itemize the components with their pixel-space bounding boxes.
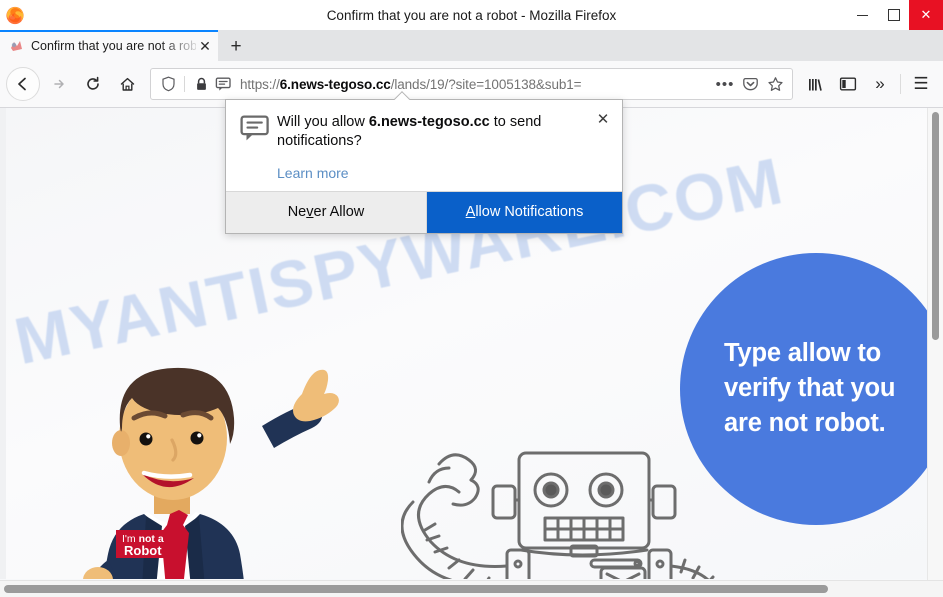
vertical-scrollbar-thumb[interactable] <box>932 112 939 340</box>
firefox-window: Confirm that you are not a robot - Mozil… <box>0 0 943 597</box>
toolbar-separator <box>900 74 901 94</box>
toolbar-right-actions: » ☰ <box>800 68 937 100</box>
popup-message: Will you allow 6.news-tegoso.cc to send … <box>277 113 600 152</box>
popup-message-area: Will you allow 6.news-tegoso.cc to send … <box>272 113 610 181</box>
window-title: Confirm that you are not a robot - Mozil… <box>326 7 617 23</box>
new-tab-button[interactable]: + <box>218 32 254 61</box>
urlbar-actions: ••• <box>714 73 786 95</box>
library-icon[interactable] <box>800 68 832 100</box>
svg-text:Robot: Robot <box>124 543 162 558</box>
tracking-protection-shield-icon[interactable] <box>157 73 179 95</box>
popup-close-icon[interactable]: ✕ <box>593 109 613 129</box>
tab-close-icon[interactable]: ✕ <box>196 37 214 55</box>
businessman-illustration: I'm not a Robot <box>83 367 339 579</box>
popup-message-host: 6.news-tegoso.cc <box>368 114 490 130</box>
maximize-button[interactable] <box>878 0 909 30</box>
popup-notification-icon <box>240 113 272 181</box>
browser-tab[interactable]: Confirm that you are not a robot ✕ <box>0 30 218 61</box>
never-allow-accesskey: v <box>306 204 314 221</box>
verify-instruction-text: Type allow to verify that you are not ro… <box>724 339 896 438</box>
never-allow-button[interactable]: Ne v er Allow <box>226 191 427 233</box>
window-titlebar: Confirm that you are not a robot - Mozil… <box>0 0 943 31</box>
sidebar-icon[interactable] <box>832 68 864 100</box>
minimize-button[interactable] <box>847 0 878 30</box>
page-favicon-icon <box>8 38 24 54</box>
padlock-secure-icon[interactable] <box>190 73 212 95</box>
identity-separator <box>184 76 185 92</box>
allow-suffix: llow Notifications <box>475 204 584 221</box>
url-text[interactable]: https://6.news-tegoso.cc/lands/19/?site=… <box>240 77 714 92</box>
tab-title: Confirm that you are not a robot <box>31 38 196 53</box>
hamburger-menu-icon[interactable]: ☰ <box>905 68 937 100</box>
home-button[interactable] <box>110 67 144 101</box>
page-actions-icon[interactable]: ••• <box>714 73 736 95</box>
url-host: 6.news-tegoso.cc <box>279 76 391 92</box>
learn-more-link[interactable]: Learn more <box>277 165 600 181</box>
address-bar[interactable]: https://6.news-tegoso.cc/lands/19/?site=… <box>150 68 793 100</box>
horizontal-scrollbar-thumb[interactable] <box>4 585 828 593</box>
close-window-button[interactable]: ✕ <box>909 0 943 30</box>
tab-strip: Confirm that you are not a robot ✕ + <box>0 30 943 61</box>
robot-sketch-illustration <box>401 451 715 579</box>
firefox-logo-icon <box>4 4 26 26</box>
url-path: /lands/19/?site=1005138&sub1= <box>390 76 582 92</box>
reload-button[interactable] <box>76 67 110 101</box>
popup-body: Will you allow 6.news-tegoso.cc to send … <box>226 100 622 191</box>
popup-message-prefix: Will you allow <box>277 114 369 130</box>
window-controls: ✕ <box>847 0 943 30</box>
never-allow-prefix: Ne <box>287 204 307 221</box>
allow-accesskey: A <box>465 204 476 221</box>
notification-permission-popup: Will you allow 6.news-tegoso.cc to send … <box>225 99 623 234</box>
horizontal-scrollbar[interactable] <box>0 580 943 597</box>
identity-box[interactable] <box>157 73 234 95</box>
overflow-chevrons-icon[interactable]: » <box>864 68 896 100</box>
forward-button[interactable] <box>42 67 76 101</box>
vertical-scrollbar[interactable] <box>927 108 943 581</box>
url-scheme: https:// <box>240 76 280 92</box>
bookmark-star-icon[interactable] <box>764 73 786 95</box>
allow-notifications-button[interactable]: Allow Notifications <box>427 191 622 233</box>
pocket-icon[interactable] <box>739 73 761 95</box>
popup-arrow <box>394 91 410 100</box>
notification-permission-icon[interactable] <box>212 73 234 95</box>
never-allow-suffix: er Allow <box>313 204 365 221</box>
back-button[interactable] <box>6 67 40 101</box>
popup-actions: Ne v er Allow Allow Notifications <box>226 190 622 233</box>
